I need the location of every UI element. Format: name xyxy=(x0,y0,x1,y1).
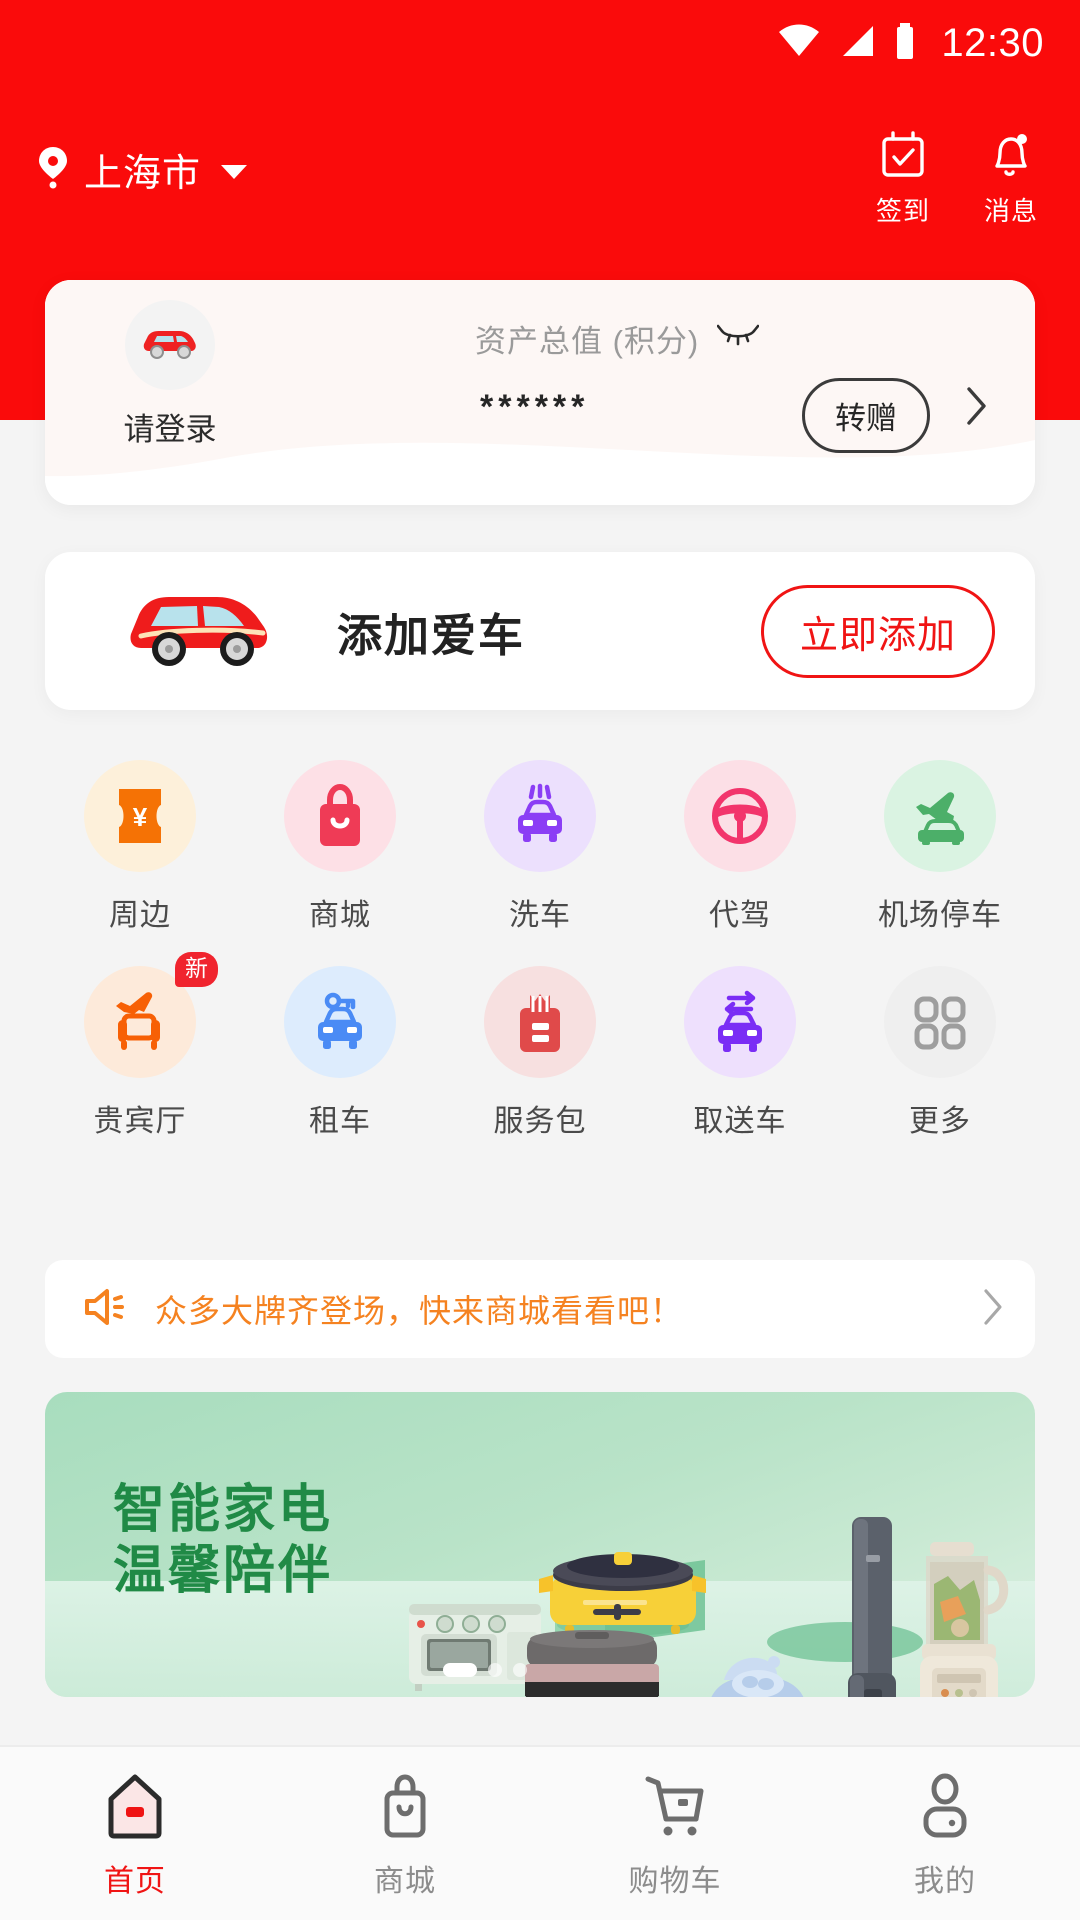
home-icon xyxy=(107,1773,163,1844)
blender-image xyxy=(920,1542,1009,1697)
banner-title-line1: 智能家电 xyxy=(113,1481,334,1539)
blue-appliance-image xyxy=(711,1656,804,1697)
grid-item-label: 机场停车 xyxy=(878,899,1002,932)
nav-item-label: 首页 xyxy=(104,1865,166,1898)
grid-item-qusongche[interactable]: 取送车 xyxy=(640,966,840,1140)
carousel-dot[interactable] xyxy=(513,1663,527,1677)
new-badge: 新 xyxy=(175,952,218,987)
battery-icon xyxy=(893,22,917,64)
car-wash-icon xyxy=(484,760,596,872)
asset-total-value: ****** xyxy=(480,388,590,426)
nav-item-home[interactable]: 首页 xyxy=(0,1773,270,1900)
checkin-calendar-icon xyxy=(879,130,927,185)
grid-item-label: 周边 xyxy=(109,899,171,932)
nav-item-store[interactable]: 商城 xyxy=(270,1773,540,1900)
grid-item-label: 取送车 xyxy=(693,1105,787,1138)
car-rental-key-icon xyxy=(284,966,396,1078)
chevron-right-icon[interactable] xyxy=(981,1287,1005,1332)
carousel-dot[interactable] xyxy=(488,1663,502,1677)
grid-more-icon xyxy=(884,966,996,1078)
login-prompt-label[interactable]: 请登录 xyxy=(124,404,217,449)
location-pin-icon xyxy=(36,145,70,194)
carousel-dot-active[interactable] xyxy=(443,1663,477,1677)
nav-item-profile[interactable]: 我的 xyxy=(810,1773,1080,1900)
quick-action-grid: ¥ 周边 商城 洗车 代驾 机场停车 新 贵宾厅 租车 服务包 取送车 更多 xyxy=(40,760,1040,1140)
grid-item-label: 洗车 xyxy=(509,899,571,932)
banner-title-line2: 温馨陪伴 xyxy=(113,1542,334,1601)
grid-item-xiche[interactable]: 洗车 xyxy=(440,760,640,934)
pink-rice-cooker-image xyxy=(525,1630,659,1697)
grid-item-zuche[interactable]: 租车 xyxy=(240,966,440,1140)
grid-item-label: 商城 xyxy=(309,899,371,932)
header-action-messages[interactable]: 消息 xyxy=(984,130,1038,228)
location-selector[interactable]: 上海市 xyxy=(36,130,248,197)
shopping-bag-icon xyxy=(284,760,396,872)
avatar xyxy=(125,300,215,390)
cart-icon xyxy=(644,1773,706,1844)
chevron-right-icon[interactable] xyxy=(964,385,990,432)
banner-title: 智能家电 温馨陪伴 xyxy=(113,1480,333,1603)
red-car-icon xyxy=(127,586,275,677)
asset-card[interactable]: 请登录 资产总值 (积分) ****** 转赠 xyxy=(45,280,1035,505)
bell-icon xyxy=(987,130,1035,185)
grid-item-label: 更多 xyxy=(909,1105,971,1138)
header-actions: 签到 消息 xyxy=(876,130,1044,228)
announcement-bar[interactable]: 众多大牌齐登场，快来商城看看吧！ xyxy=(45,1260,1035,1358)
grid-item-gengduo[interactable]: 更多 xyxy=(840,966,1040,1140)
bottom-navigation-bar: 首页 商城 购物车 我的 xyxy=(0,1745,1080,1920)
announcement-text: 众多大牌齐登场，快来商城看看吧！ xyxy=(155,1293,684,1329)
header-action-messages-label: 消息 xyxy=(983,196,1038,226)
promo-banner-carousel[interactable]: 智能家电 温馨陪伴 xyxy=(45,1392,1035,1697)
carousel-dots[interactable] xyxy=(443,1663,527,1677)
car-avatar-icon xyxy=(141,326,199,365)
nav-item-label: 我的 xyxy=(914,1865,976,1898)
chevron-down-icon[interactable] xyxy=(221,164,248,179)
grid-item-label: 代驾 xyxy=(709,899,771,932)
status-bar: 12:30 xyxy=(0,0,1080,86)
store-bag-icon xyxy=(377,1773,433,1844)
coupon-yuan-icon: ¥ xyxy=(84,760,196,872)
signal-icon xyxy=(837,24,877,63)
nav-item-cart[interactable]: 购物车 xyxy=(540,1773,810,1900)
grid-item-zhoubian[interactable]: ¥ 周边 xyxy=(40,760,240,934)
grid-item-fuwubao[interactable]: 服务包 xyxy=(440,966,640,1140)
header-bar: 上海市 签到 消息 xyxy=(0,130,1080,240)
grid-item-label: 贵宾厅 xyxy=(93,1105,187,1138)
pickup-delivery-icon xyxy=(684,966,796,1078)
wifi-icon xyxy=(777,24,821,63)
header-action-checkin[interactable]: 签到 xyxy=(876,130,930,228)
steering-wheel-icon xyxy=(684,760,796,872)
add-car-card[interactable]: 添加爱车 立即添加 xyxy=(45,552,1035,710)
add-car-button[interactable]: 立即添加 xyxy=(760,584,995,678)
service-package-icon xyxy=(484,966,596,1078)
tall-dark-appliance-image xyxy=(848,1517,896,1697)
nav-item-label: 购物车 xyxy=(628,1865,722,1898)
svg-text:¥: ¥ xyxy=(133,802,148,832)
user-icon xyxy=(917,1773,973,1844)
eye-closed-icon[interactable] xyxy=(716,323,760,354)
status-bar-time: 12:30 xyxy=(941,20,1044,65)
yellow-multicooker-image xyxy=(539,1552,706,1636)
nav-item-label: 商城 xyxy=(374,1865,436,1898)
transfer-button[interactable]: 转赠 xyxy=(802,378,930,453)
user-avatar-block[interactable]: 请登录 xyxy=(110,300,230,449)
grid-item-guibinting[interactable]: 新 贵宾厅 xyxy=(40,952,240,1140)
grid-item-label: 服务包 xyxy=(493,1105,587,1138)
grid-item-jichangtingche[interactable]: 机场停车 xyxy=(840,760,1040,934)
megaphone-icon xyxy=(81,1285,129,1334)
vip-lounge-icon: 新 xyxy=(84,952,218,1078)
grid-item-shangcheng[interactable]: 商城 xyxy=(240,760,440,934)
grid-item-label: 租车 xyxy=(309,1105,371,1138)
header-action-checkin-label: 签到 xyxy=(875,196,930,226)
add-car-title: 添加爱车 xyxy=(337,609,526,661)
grid-item-daijia[interactable]: 代驾 xyxy=(640,760,840,934)
asset-title-row: 资产总值 (积分) xyxy=(475,316,760,361)
airport-parking-icon xyxy=(884,760,996,872)
asset-total-label: 资产总值 (积分) xyxy=(475,324,700,359)
app-root: 12:30 上海市 签到 消息 请登录 资产总值 (积分) ****** 转赠 … xyxy=(0,0,1080,1920)
location-city-label: 上海市 xyxy=(84,153,202,195)
